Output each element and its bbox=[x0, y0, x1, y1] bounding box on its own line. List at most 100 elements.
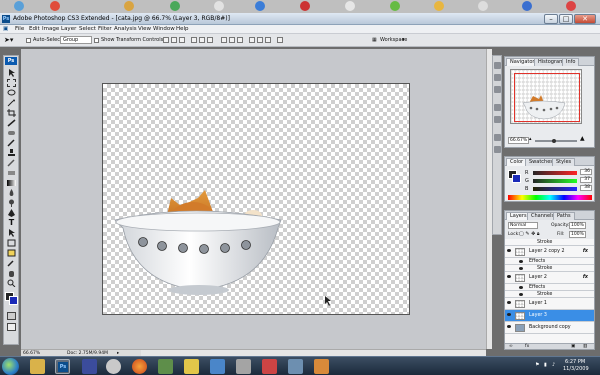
menu-analysis[interactable]: Analysis bbox=[114, 26, 137, 32]
desktop-icon[interactable] bbox=[124, 1, 134, 11]
minimize-button[interactable]: – bbox=[544, 14, 558, 24]
navigator-zoom-knob[interactable] bbox=[552, 139, 556, 143]
pen-tool-icon[interactable] bbox=[7, 209, 16, 217]
layer-effect-row[interactable]: Effects bbox=[505, 284, 594, 291]
navigator-thumbnail[interactable] bbox=[510, 69, 582, 124]
menu-layer[interactable]: Layer bbox=[61, 26, 76, 32]
desktop-icon[interactable] bbox=[478, 1, 488, 11]
screen-mode-icon[interactable] bbox=[7, 323, 16, 331]
clone-stamp-tool-icon[interactable] bbox=[7, 149, 16, 157]
visibility-eye-icon[interactable] bbox=[507, 313, 511, 316]
navigator-zoom-value[interactable]: 66.67% bbox=[508, 137, 530, 144]
tray-volume-icon[interactable]: ♪ bbox=[552, 362, 555, 368]
add-style-icon[interactable]: fx bbox=[525, 344, 529, 349]
distribute-right-icon[interactable] bbox=[265, 37, 271, 43]
auto-align-icon[interactable] bbox=[277, 37, 283, 43]
layer-effect-row[interactable]: Stroke bbox=[505, 291, 594, 298]
clone-source-icon[interactable] bbox=[494, 116, 501, 123]
blue-value[interactable]: 38 bbox=[580, 185, 592, 191]
auto-select-dropdown[interactable]: Group bbox=[60, 36, 92, 44]
menu-edit[interactable]: Edit bbox=[29, 26, 40, 32]
taskbar-app-icon[interactable] bbox=[184, 359, 199, 374]
history-icon[interactable] bbox=[494, 62, 501, 69]
menu-help[interactable]: Help bbox=[176, 26, 189, 32]
visibility-eye-icon[interactable] bbox=[519, 293, 523, 296]
actions-icon[interactable] bbox=[494, 74, 501, 81]
brush-tool-icon[interactable] bbox=[7, 139, 16, 147]
taskbar-app-icon[interactable] bbox=[158, 359, 173, 374]
close-button[interactable]: ✕ bbox=[574, 14, 596, 24]
show-transform-checkbox[interactable] bbox=[94, 38, 99, 43]
gradient-tool-icon[interactable] bbox=[7, 179, 16, 187]
desktop-icon[interactable] bbox=[50, 1, 60, 11]
zoom-tool-icon[interactable] bbox=[7, 279, 16, 287]
align-top-icon[interactable] bbox=[163, 37, 169, 43]
desktop-icon[interactable] bbox=[390, 1, 400, 11]
align-bottom-icon[interactable] bbox=[179, 37, 185, 43]
taskbar-app-icon[interactable] bbox=[262, 359, 277, 374]
color-spectrum-bar[interactable] bbox=[508, 195, 592, 200]
distribute-bottom-icon[interactable] bbox=[237, 37, 243, 43]
maximize-button[interactable]: □ bbox=[559, 14, 573, 24]
tool-presets-icon[interactable] bbox=[494, 86, 501, 93]
opacity-value[interactable]: 100% bbox=[569, 222, 586, 229]
path-selection-tool-icon[interactable] bbox=[7, 229, 16, 237]
navigator-zoom-slider[interactable] bbox=[535, 140, 577, 142]
menu-window[interactable]: Window bbox=[153, 26, 175, 32]
visibility-eye-icon[interactable] bbox=[507, 249, 511, 252]
move-tool-icon[interactable] bbox=[7, 69, 16, 77]
taskbar-app-icon[interactable] bbox=[236, 359, 251, 374]
distribute-middle-icon[interactable] bbox=[229, 37, 235, 43]
taskbar-photoshop-icon[interactable]: Ps bbox=[55, 359, 70, 374]
tab-paths[interactable]: Paths bbox=[553, 212, 575, 220]
background-color-swatch[interactable] bbox=[9, 296, 18, 305]
lock-icons[interactable]: ▢ ✎ ✥ 🔒︎ bbox=[519, 231, 540, 237]
blue-slider[interactable] bbox=[533, 187, 577, 191]
green-slider[interactable] bbox=[533, 179, 577, 183]
crop-tool-icon[interactable] bbox=[7, 109, 16, 117]
layer-row-layer-3[interactable]: Layer 3 bbox=[505, 310, 594, 322]
menu-filter[interactable]: Filter bbox=[98, 26, 112, 32]
tab-info[interactable]: Info bbox=[562, 58, 580, 66]
marquee-tool-icon[interactable] bbox=[7, 79, 16, 87]
delete-layer-icon[interactable]: ▥ bbox=[583, 344, 587, 349]
visibility-eye-icon[interactable] bbox=[519, 286, 523, 289]
taskbar-browser-icon[interactable] bbox=[106, 359, 121, 374]
shape-tool-icon[interactable] bbox=[7, 239, 16, 247]
blur-tool-icon[interactable] bbox=[7, 189, 16, 197]
menu-ps-icon[interactable]: ▣ bbox=[3, 26, 8, 32]
layer-effect-row[interactable]: Stroke bbox=[505, 265, 594, 272]
desktop-icon[interactable] bbox=[214, 1, 224, 11]
fx-icon[interactable]: fx bbox=[583, 275, 588, 280]
document-canvas[interactable] bbox=[102, 83, 410, 315]
layer-row-background-copy[interactable]: Background copy bbox=[505, 322, 594, 334]
blend-mode-select[interactable]: Normal bbox=[508, 222, 538, 229]
desktop-icon[interactable] bbox=[14, 1, 24, 11]
tab-styles[interactable]: Styles bbox=[552, 158, 576, 166]
taskbar-app-icon[interactable] bbox=[288, 359, 303, 374]
link-layers-icon[interactable]: ∞ bbox=[509, 344, 513, 349]
desktop-icon[interactable] bbox=[300, 1, 310, 11]
desktop-icon[interactable] bbox=[522, 1, 532, 11]
eyedropper-tool-icon[interactable] bbox=[7, 259, 16, 267]
distribute-center-icon[interactable] bbox=[257, 37, 263, 43]
workspace-chevron-icon[interactable]: ▾ bbox=[402, 37, 405, 43]
taskbar-app-icon[interactable] bbox=[210, 359, 225, 374]
hand-tool-icon[interactable] bbox=[7, 269, 16, 277]
fx-icon[interactable]: fx bbox=[583, 249, 588, 254]
new-layer-icon[interactable]: ▣ bbox=[571, 344, 575, 349]
desktop-icon[interactable] bbox=[170, 1, 180, 11]
distribute-top-icon[interactable] bbox=[221, 37, 227, 43]
taskbar-app-icon[interactable] bbox=[314, 359, 329, 374]
auto-select-checkbox[interactable] bbox=[26, 38, 31, 43]
visibility-eye-icon[interactable] bbox=[507, 325, 511, 328]
desktop-icon[interactable] bbox=[345, 1, 355, 11]
menu-image[interactable]: Image bbox=[42, 26, 59, 32]
desktop-icon[interactable] bbox=[434, 1, 444, 11]
move-tool-icon[interactable]: ➤▾ bbox=[4, 36, 13, 44]
dodge-tool-icon[interactable] bbox=[7, 199, 16, 207]
magic-wand-tool-icon[interactable] bbox=[7, 99, 16, 107]
healing-brush-tool-icon[interactable] bbox=[7, 129, 16, 137]
green-value[interactable]: 37 bbox=[580, 177, 592, 183]
start-button[interactable] bbox=[2, 358, 19, 375]
